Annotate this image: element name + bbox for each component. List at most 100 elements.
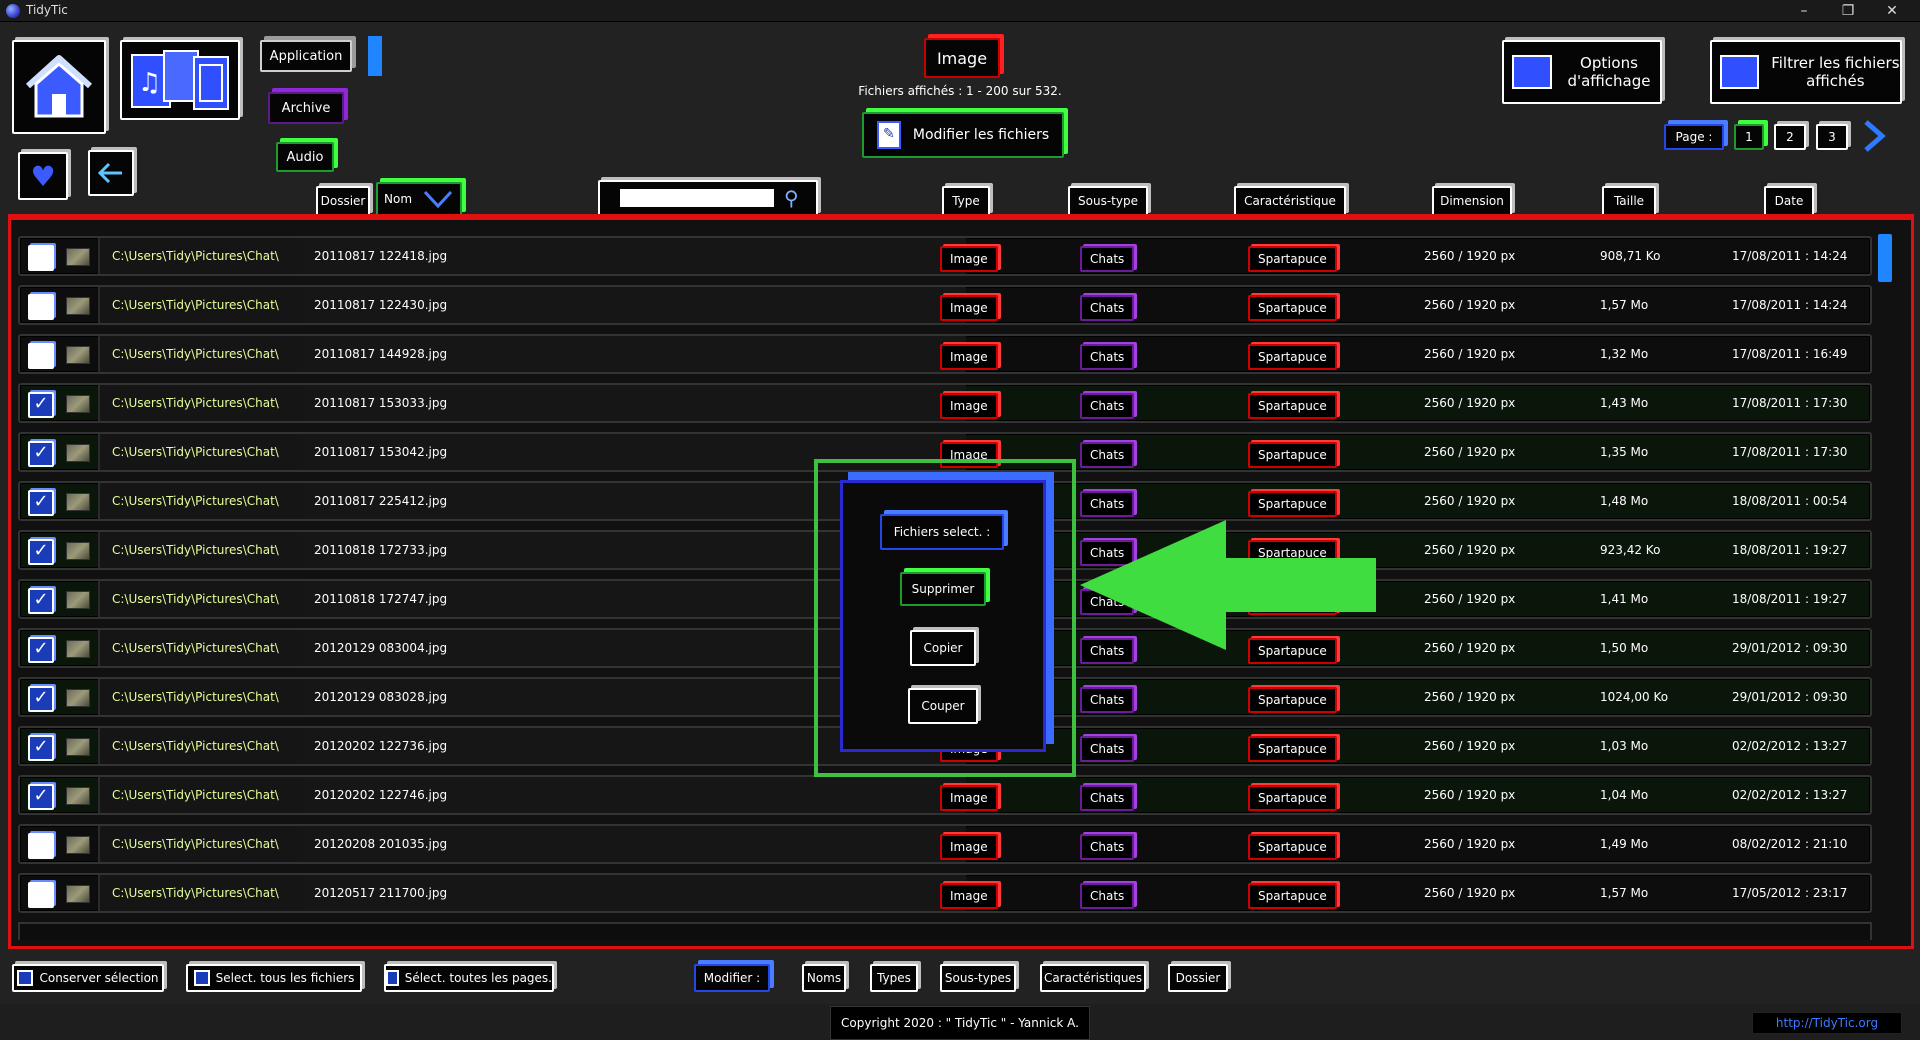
modify-folder-button[interactable]: Dossier: [1168, 964, 1228, 992]
column-name[interactable]: Nom: [376, 182, 462, 216]
modify-files-label: Modifier les fichiers: [912, 127, 1050, 143]
row-checkbox[interactable]: ✓: [28, 686, 54, 712]
row-checkbox[interactable]: ✓: [28, 441, 54, 467]
characteristic-tag[interactable]: Spartapuce: [1248, 246, 1337, 272]
cut-button[interactable]: Couper: [908, 688, 978, 724]
characteristic-tag[interactable]: Spartapuce: [1248, 393, 1337, 419]
subtype-tag[interactable]: Chats: [1080, 785, 1135, 811]
scrollbar-thumb[interactable]: [1878, 234, 1892, 282]
type-tag[interactable]: Image: [940, 834, 998, 860]
page-2-button[interactable]: 2: [1774, 124, 1806, 150]
row-checkbox[interactable]: ✓: [28, 588, 54, 614]
row-checkbox[interactable]: [28, 294, 54, 320]
column-type[interactable]: Type: [942, 186, 990, 216]
type-tag[interactable]: Image: [940, 246, 998, 272]
row-checkbox[interactable]: [28, 882, 54, 908]
characteristic-tag[interactable]: Spartapuce: [1248, 785, 1337, 811]
characteristic-tag[interactable]: Spartapuce: [1248, 736, 1337, 762]
subtype-tag[interactable]: Chats: [1080, 736, 1135, 762]
copy-button[interactable]: Copier: [910, 630, 976, 666]
select-all-files-button[interactable]: Select. tous les fichiers: [186, 964, 362, 992]
select-all-pages-button[interactable]: Sélect. toutes les pages.: [384, 964, 554, 992]
subtype-tag[interactable]: Chats: [1080, 834, 1135, 860]
row-checkbox[interactable]: [28, 833, 54, 859]
column-date[interactable]: Date: [1764, 186, 1814, 216]
table-row[interactable]: C:\Users\Tidy\Pictures\Chat\ 20120208 201…: [18, 824, 1872, 864]
column-dimension[interactable]: Dimension: [1432, 186, 1512, 216]
page-3-button[interactable]: 3: [1816, 124, 1848, 150]
keep-selection-button[interactable]: Conserver sélection: [12, 964, 164, 992]
subtype-tag[interactable]: Chats: [1080, 393, 1135, 419]
image-thumbnail: [66, 591, 90, 609]
type-tag[interactable]: Image: [940, 393, 998, 419]
table-row[interactable]: C:\Users\Tidy\Pictures\Chat\ 20120517 211…: [18, 873, 1872, 913]
column-subtype[interactable]: Sous-type: [1068, 186, 1148, 216]
row-checkbox[interactable]: ✓: [28, 539, 54, 565]
type-tag[interactable]: Image: [940, 883, 998, 909]
characteristic-tag[interactable]: Spartapuce: [1248, 883, 1337, 909]
subtype-tag[interactable]: Chats: [1080, 246, 1135, 272]
search-icon[interactable]: ⚲: [784, 186, 799, 210]
row-checkbox[interactable]: [28, 245, 54, 271]
audio-button[interactable]: Audio: [276, 142, 334, 172]
modify-files-button[interactable]: ✎ Modifier les fichiers: [862, 112, 1064, 158]
file-name: 20110817 144928.jpg: [302, 336, 966, 372]
row-checkbox[interactable]: ✓: [28, 735, 54, 761]
subtype-tag[interactable]: Chats: [1080, 344, 1135, 370]
row-checkbox[interactable]: ✓: [28, 490, 54, 516]
table-row[interactable]: ✓ C:\Users\Tidy\Pictures\Chat\ 20120202 12…: [18, 775, 1872, 815]
subtype-tag[interactable]: Chats: [1080, 442, 1135, 468]
delete-button[interactable]: Supprimer: [900, 572, 986, 606]
favorites-button[interactable]: ♥: [18, 152, 68, 200]
characteristic-tag[interactable]: Spartapuce: [1248, 442, 1337, 468]
row-checkbox[interactable]: ✓: [28, 392, 54, 418]
current-category-button[interactable]: Image: [924, 38, 1000, 78]
row-checkbox[interactable]: [28, 343, 54, 369]
home-icon: [25, 55, 93, 118]
subtype-tag[interactable]: Chats: [1080, 883, 1135, 909]
characteristic-tag[interactable]: Spartapuce: [1248, 295, 1337, 321]
characteristic-tag[interactable]: Spartapuce: [1248, 344, 1337, 370]
table-row[interactable]: C:\Users\Tidy\Pictures\Chat\ 20110817 122…: [18, 236, 1872, 276]
column-characteristic[interactable]: Caractéristique: [1234, 186, 1346, 216]
display-options-button[interactable]: Options d'affichage: [1502, 40, 1662, 104]
column-size[interactable]: Taille: [1602, 186, 1656, 216]
characteristic-tag[interactable]: Spartapuce: [1248, 687, 1337, 713]
archive-button[interactable]: Archive: [268, 92, 344, 124]
checkbox-icon: [17, 970, 34, 986]
row-checkbox[interactable]: ✓: [28, 784, 54, 810]
media-button[interactable]: ♫: [120, 40, 240, 120]
date-value: 18/08/2011 : 00:54: [1732, 494, 1848, 508]
modify-types-button[interactable]: Types: [870, 964, 918, 992]
subtype-tag[interactable]: Chats: [1080, 295, 1135, 321]
maximize-button[interactable]: ❐: [1828, 0, 1868, 22]
subtype-tag[interactable]: Chats: [1080, 687, 1135, 713]
back-button[interactable]: [88, 150, 134, 196]
table-row[interactable]: ✓ C:\Users\Tidy\Pictures\Chat\ 20110817 15…: [18, 383, 1872, 423]
close-button[interactable]: ✕: [1872, 0, 1912, 22]
table-row[interactable]: C:\Users\Tidy\Pictures\Chat\ 20110817 122…: [18, 285, 1872, 325]
subtype-tag[interactable]: Chats: [1080, 491, 1135, 517]
modify-names-button[interactable]: Noms: [802, 964, 846, 992]
characteristic-tag[interactable]: Spartapuce: [1248, 491, 1337, 517]
search-input[interactable]: [620, 189, 774, 207]
minimize-button[interactable]: –: [1784, 0, 1824, 22]
table-row[interactable]: C:\Users\Tidy\Pictures\Chat\ 20110817 144…: [18, 334, 1872, 374]
type-tag[interactable]: Image: [940, 295, 998, 321]
modify-characteristics-button[interactable]: Caractéristiques: [1040, 964, 1146, 992]
type-tag[interactable]: Image: [940, 344, 998, 370]
application-button[interactable]: Application: [260, 40, 352, 72]
image-thumbnail: [66, 346, 90, 364]
column-folder[interactable]: Dossier: [316, 186, 370, 216]
type-tag[interactable]: Image: [940, 785, 998, 811]
filter-files-button[interactable]: Filtrer les fichiers affichés: [1710, 40, 1902, 104]
next-page-button[interactable]: [1860, 118, 1888, 154]
row-checkbox[interactable]: ✓: [28, 637, 54, 663]
page-1-button[interactable]: 1: [1734, 124, 1764, 150]
home-button[interactable]: [12, 40, 106, 134]
modify-subtypes-button[interactable]: Sous-types: [940, 964, 1016, 992]
image-thumbnail: [66, 689, 90, 707]
website-link[interactable]: http://TidyTic.org: [1752, 1012, 1902, 1034]
characteristic-tag[interactable]: Spartapuce: [1248, 834, 1337, 860]
folder-path: C:\Users\Tidy\Pictures\Chat\: [98, 630, 326, 666]
